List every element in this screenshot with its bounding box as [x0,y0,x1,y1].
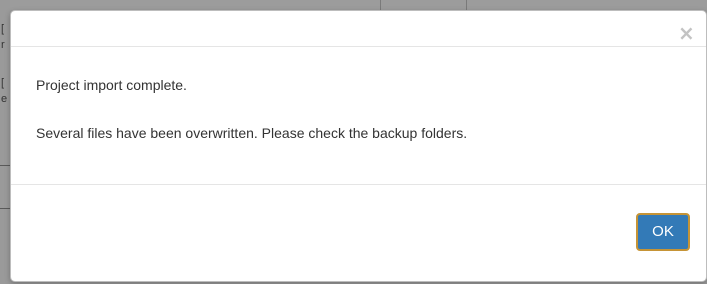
background-text-fragment: [ [1,77,5,89]
background-divider [0,165,10,166]
background-text-fragment: r [1,39,5,51]
dialog-body: Project import complete. Several files h… [11,47,706,185]
background-top-strip [10,0,707,10]
background-divider [0,208,10,209]
dialog-message-title: Project import complete. [36,77,187,93]
background-divider [380,0,381,10]
background-divider [466,0,467,10]
message-dialog: × Project import complete. Several files… [10,10,707,282]
background-text-fragment: [ [1,23,5,35]
ok-button[interactable]: OK [636,213,690,251]
close-icon[interactable]: × [678,23,695,43]
dialog-message-detail: Several files have been overwritten. Ple… [36,125,468,141]
dialog-footer: OK [11,185,706,281]
background-text-fragment: e [1,93,8,105]
dialog-header: × [11,11,706,47]
